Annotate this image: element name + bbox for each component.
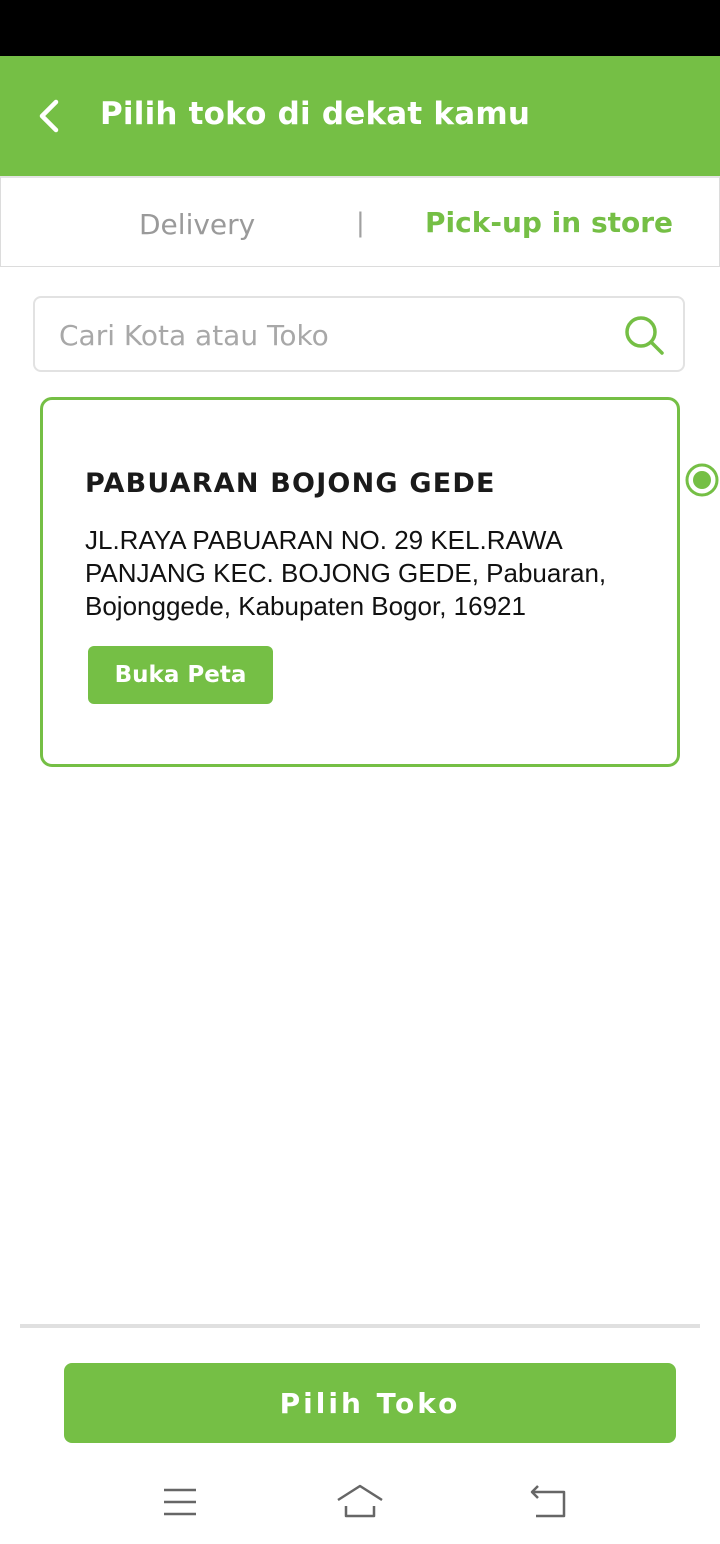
search-icon[interactable] (623, 314, 665, 356)
home-icon[interactable] (336, 1482, 384, 1522)
radio-selected-icon (685, 463, 719, 497)
status-bar (0, 0, 720, 56)
store-selected-radio[interactable] (684, 462, 720, 498)
tab-pickup-in-store[interactable]: Pick-up in store (425, 206, 673, 239)
tab-delivery[interactable]: Delivery (139, 208, 255, 241)
search-box (33, 296, 685, 372)
menu-icon[interactable] (160, 1482, 200, 1522)
chevron-left-icon (39, 99, 59, 133)
back-button[interactable] (22, 86, 78, 146)
choose-store-button[interactable]: Pilih Toko (64, 1363, 676, 1443)
page-title: Pilih toko di dekat kamu (100, 96, 531, 132)
app-bar: Pilih toko di dekat kamu (0, 56, 720, 176)
open-map-button[interactable]: Buka Peta (88, 646, 273, 704)
store-address: JL.RAYA PABUARAN NO. 29 KEL.RAWA PANJANG… (85, 525, 607, 621)
search-input[interactable] (57, 298, 621, 372)
store-card[interactable]: PABUARAN BOJONG GEDE JL.RAYA PABUARAN NO… (40, 397, 680, 767)
back-icon[interactable] (528, 1482, 568, 1522)
store-name: PABUARAN BOJONG GEDE (85, 468, 496, 499)
tab-separator: | (356, 208, 365, 238)
footer-divider (20, 1324, 700, 1328)
delivery-mode-tabs: Delivery | Pick-up in store (0, 176, 720, 267)
